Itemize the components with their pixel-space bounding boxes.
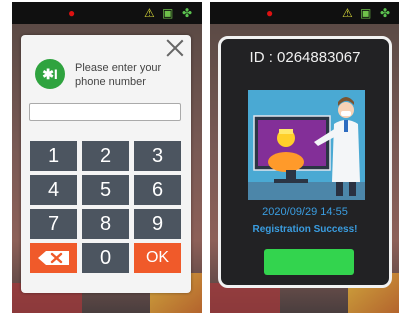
key-3[interactable]: 3	[134, 141, 181, 171]
storage-icon: ▣	[162, 6, 174, 20]
registration-id: ID : 0264883067	[249, 49, 361, 66]
storage-icon: ▣	[360, 6, 372, 20]
key-4[interactable]: 4	[30, 175, 77, 205]
close-icon[interactable]	[165, 38, 185, 58]
thermal-scan-illustration	[248, 90, 365, 200]
status-bar: ● ⚠ ▣ ✤	[12, 2, 202, 24]
record-icon: ●	[68, 6, 76, 20]
registration-card: ID : 0264883067 2020/09/29 14:55 Registr	[218, 36, 392, 288]
key-1[interactable]: 1	[30, 141, 77, 171]
numeric-keypad: 1 2 3 4 5 6 7 8 9 0 OK	[30, 141, 181, 273]
phone-number-input[interactable]	[29, 103, 181, 121]
record-icon: ●	[266, 6, 274, 20]
ok-button[interactable]: OK	[134, 243, 181, 273]
key-7[interactable]: 7	[30, 209, 77, 239]
status-bar: ● ⚠ ▣ ✤	[210, 2, 399, 24]
network-icon: ✤	[182, 6, 193, 20]
key-0[interactable]: 0	[82, 243, 129, 273]
backspace-icon	[37, 251, 69, 265]
backspace-button[interactable]	[30, 243, 77, 273]
registration-status: Registration Success!	[252, 224, 358, 235]
key-8[interactable]: 8	[82, 209, 129, 239]
key-5[interactable]: 5	[82, 175, 129, 205]
phone-entry-dialog: ✱I Please enter your phone number 1 2 3 …	[21, 35, 191, 293]
key-6[interactable]: 6	[134, 175, 181, 205]
network-icon: ✤	[380, 6, 391, 20]
warning-icon: ⚠	[144, 6, 155, 20]
registration-datetime: 2020/09/29 14:55	[262, 206, 348, 218]
warning-icon: ⚠	[342, 6, 353, 20]
left-screen: ● ⚠ ▣ ✤ ✱I Please enter your phone numbe…	[12, 2, 202, 313]
right-screen: ● ⚠ ▣ ✤ ID : 0264883067 2020/09/29 14:55…	[210, 2, 399, 313]
phone-icon: ✱I	[35, 59, 65, 89]
key-9[interactable]: 9	[134, 209, 181, 239]
key-2[interactable]: 2	[82, 141, 129, 171]
phone-prompt: Please enter your phone number	[75, 62, 162, 88]
confirm-button[interactable]	[264, 249, 354, 275]
